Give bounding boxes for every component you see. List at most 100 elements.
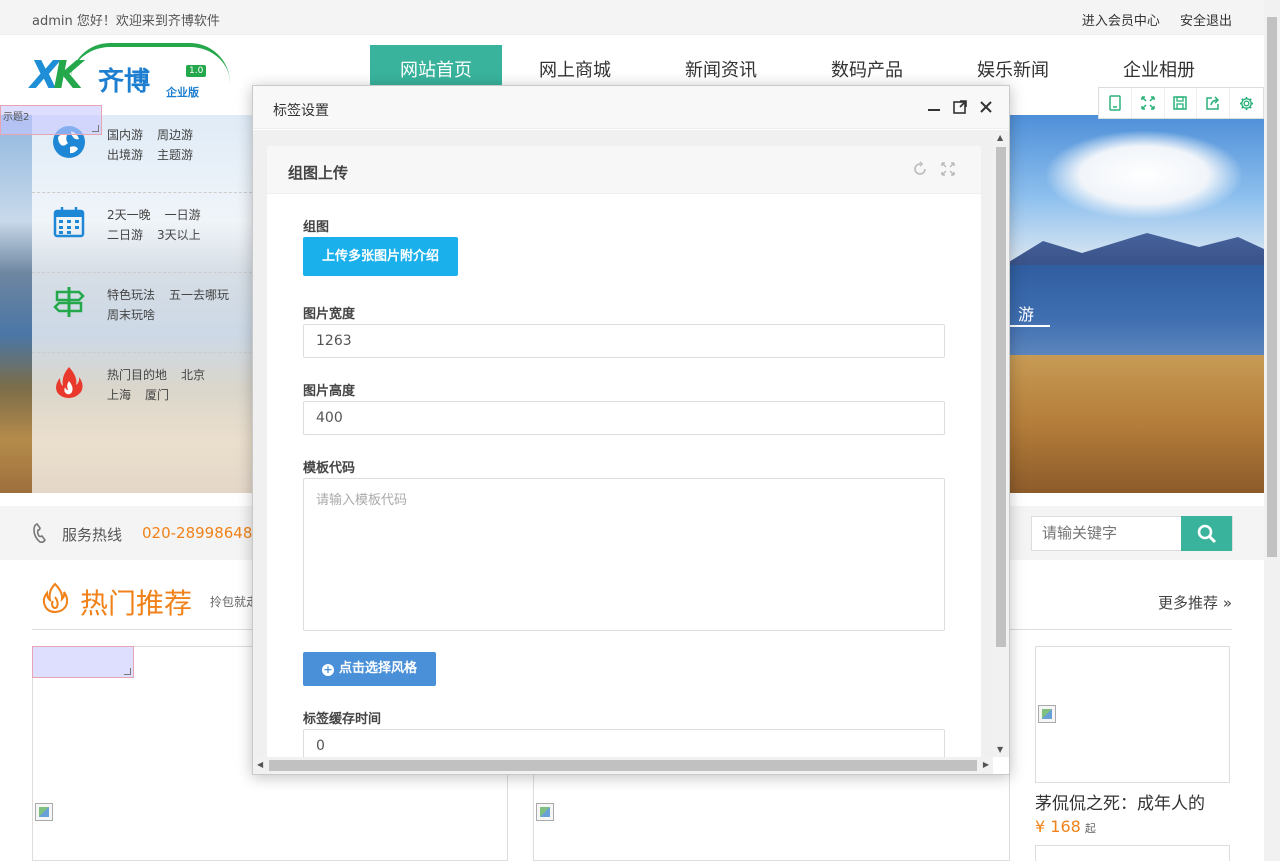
select-style-button[interactable]: + 点击选择风格 bbox=[303, 652, 436, 686]
category-link[interactable]: 一日游 bbox=[165, 205, 201, 225]
dialog-horizontal-scrollbar[interactable]: ◀ ▶ bbox=[253, 757, 993, 774]
tag-selection-box[interactable] bbox=[32, 646, 134, 678]
image-width-input[interactable]: 1263 bbox=[303, 324, 945, 358]
category-link[interactable]: 周边游 bbox=[157, 125, 193, 145]
dialog-hscroll-thumb[interactable] bbox=[269, 760, 977, 771]
tablet-icon[interactable] bbox=[1099, 88, 1132, 118]
maximize-icon[interactable] bbox=[951, 98, 969, 116]
image-width-label: 图片宽度 bbox=[303, 307, 356, 322]
fire-outline-icon bbox=[42, 582, 69, 621]
more-recommend-link[interactable]: 更多推荐 » bbox=[1158, 592, 1232, 613]
gear-icon[interactable] bbox=[1230, 88, 1263, 118]
hero-cloud bbox=[1044, 130, 1244, 220]
signpost-icon bbox=[53, 287, 85, 317]
dialog-vertical-scrollbar[interactable]: ▲ ▼ bbox=[993, 130, 1009, 757]
category-links: 热门目的地 北京 上海 厦门 bbox=[107, 365, 219, 405]
hot-subtitle: 拎包就走 bbox=[210, 595, 259, 609]
image-height-input[interactable]: 400 bbox=[303, 401, 945, 435]
scroll-left-arrow-icon[interactable]: ◀ bbox=[257, 760, 263, 769]
hotline-number[interactable]: 020-28998648 bbox=[142, 524, 252, 542]
tag-selection-label: 示题2 bbox=[3, 112, 30, 123]
category-link[interactable]: 厦门 bbox=[145, 385, 169, 405]
upload-images-button[interactable]: 上传多张图片附介绍 bbox=[303, 237, 458, 276]
broken-image-icon bbox=[536, 803, 554, 821]
resize-handle[interactable] bbox=[92, 125, 99, 132]
fire-icon bbox=[56, 367, 83, 398]
logo-version: 1.0 bbox=[186, 65, 207, 77]
plus-circle-icon: + bbox=[321, 663, 334, 676]
product-price: ¥ 168 起 bbox=[1035, 817, 1096, 836]
expand-icon[interactable] bbox=[940, 161, 956, 177]
scroll-down-arrow-icon[interactable]: ▼ bbox=[997, 745, 1003, 754]
logout-link[interactable]: 安全退出 bbox=[1180, 14, 1232, 29]
category-links: 国内游 周边游 出境游 主题游 bbox=[107, 125, 207, 165]
category-group: 特色玩法 五一去哪玩 周末玩啥 bbox=[32, 275, 252, 353]
category-link[interactable]: 出境游 bbox=[107, 145, 143, 165]
welcome-text: admin 您好！欢迎来到齐博软件 bbox=[32, 14, 220, 29]
hero-lake bbox=[1004, 265, 1264, 355]
product-title[interactable]: 茅侃侃之死：成年人的 bbox=[1035, 789, 1205, 814]
logo-brand: 齐博 bbox=[98, 67, 151, 97]
hero-slogan-underline bbox=[1006, 325, 1050, 327]
dialog-scrollbar-thumb[interactable] bbox=[996, 147, 1006, 647]
dialog-header: 标签设置 bbox=[253, 86, 1009, 129]
tag-selection-box[interactable]: 示题2 bbox=[0, 105, 102, 135]
category-link[interactable]: 五一去哪玩 bbox=[169, 285, 229, 305]
close-icon[interactable] bbox=[977, 98, 995, 116]
product-card[interactable] bbox=[1035, 845, 1230, 861]
category-link[interactable]: 北京 bbox=[181, 365, 205, 385]
product-image[interactable] bbox=[1035, 646, 1230, 783]
category-panel: 国内游 周边游 出境游 主题游 2天一晚 一日游 二日游 3天以上 特色玩法 五一去哪玩 … bbox=[32, 115, 252, 493]
category-link[interactable]: 国内游 bbox=[107, 125, 143, 145]
tag-settings-dialog: 标签设置 组图上传 组图 上传多张图片附介绍 图片宽度 1263 图片高度 40… bbox=[252, 85, 1010, 775]
image-height-label: 图片高度 bbox=[303, 384, 356, 399]
logo-edition: 企业版 bbox=[166, 86, 199, 99]
calendar-icon bbox=[53, 207, 85, 238]
site-logo[interactable]: XK 齐博 1.0 企业版 bbox=[30, 43, 230, 99]
category-link[interactable]: 主题游 bbox=[157, 145, 193, 165]
logo-mark: XK bbox=[30, 53, 83, 97]
gallery-label: 组图 bbox=[303, 220, 330, 235]
scroll-right-arrow-icon[interactable]: ▶ bbox=[983, 760, 989, 769]
top-links: 进入会员中心 安全退出 bbox=[1066, 10, 1232, 29]
category-link[interactable]: 二日游 bbox=[107, 225, 143, 245]
search-button[interactable] bbox=[1181, 516, 1232, 551]
hot-title: 热门推荐 bbox=[80, 587, 193, 620]
panel-header: 组图上传 bbox=[267, 146, 981, 194]
fullscreen-icon[interactable] bbox=[1132, 88, 1165, 118]
category-links: 特色玩法 五一去哪玩 周末玩啥 bbox=[107, 285, 243, 325]
category-link[interactable]: 2天一晚 bbox=[107, 205, 151, 225]
scroll-up-arrow-icon[interactable]: ▲ bbox=[997, 133, 1003, 142]
hero-slogan: 游 bbox=[1017, 305, 1034, 324]
template-code-label: 模板代码 bbox=[303, 461, 356, 476]
price-value: ¥ 168 bbox=[1035, 817, 1081, 836]
select-style-label: 点击选择风格 bbox=[338, 661, 417, 676]
broken-image-icon bbox=[35, 803, 53, 821]
resize-handle[interactable] bbox=[124, 668, 131, 675]
panel-title: 组图上传 bbox=[288, 164, 349, 182]
minimize-icon[interactable] bbox=[925, 98, 943, 116]
cache-time-input[interactable]: 0 bbox=[303, 729, 945, 757]
top-bar: admin 您好！欢迎来到齐博软件 进入会员中心 安全退出 bbox=[0, 0, 1264, 35]
phone-icon bbox=[32, 522, 48, 549]
dialog-title: 标签设置 bbox=[273, 103, 329, 119]
page-scrollbar-thumb[interactable] bbox=[1267, 17, 1277, 557]
category-link[interactable]: 热门目的地 bbox=[107, 365, 167, 385]
template-code-textarea[interactable]: 请输入模板代码 bbox=[303, 478, 945, 631]
search-icon bbox=[1197, 524, 1216, 543]
broken-image-icon bbox=[1038, 705, 1056, 723]
category-link[interactable]: 周末玩啥 bbox=[107, 305, 155, 325]
category-link[interactable]: 特色玩法 bbox=[107, 285, 155, 305]
category-group: 热门目的地 北京 上海 厦门 bbox=[32, 355, 252, 433]
category-link[interactable]: 上海 bbox=[107, 385, 131, 405]
search-input[interactable] bbox=[1032, 517, 1182, 550]
member-center-link[interactable]: 进入会员中心 bbox=[1082, 14, 1160, 29]
hotline-label: 服务热线 bbox=[62, 526, 123, 544]
save-icon[interactable] bbox=[1165, 88, 1198, 118]
refresh-icon[interactable] bbox=[912, 161, 928, 177]
floating-toolbar bbox=[1098, 87, 1264, 119]
page-scrollbar[interactable] bbox=[1264, 0, 1280, 861]
share-icon[interactable] bbox=[1197, 88, 1231, 118]
dialog-body: 组图上传 组图 上传多张图片附介绍 图片宽度 1263 图片高度 400 模板代… bbox=[253, 130, 1009, 757]
category-link[interactable]: 3天以上 bbox=[157, 225, 201, 245]
